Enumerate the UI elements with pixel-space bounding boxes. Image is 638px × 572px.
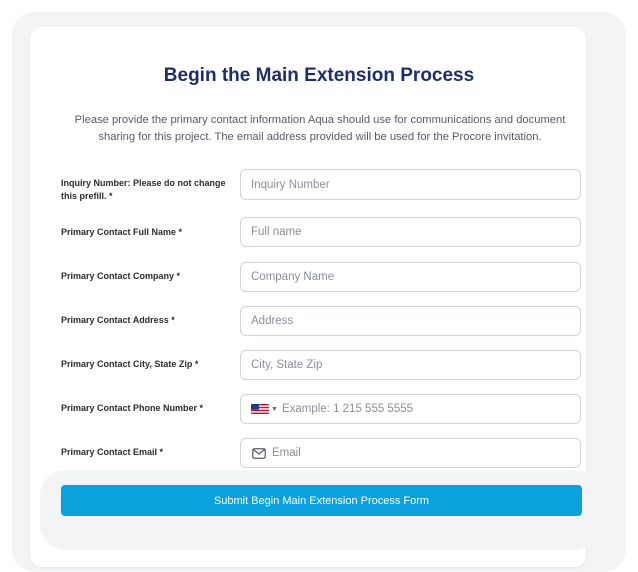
inquiry-number-input[interactable]	[241, 178, 580, 191]
city-state-zip-field-wrapper	[240, 350, 581, 380]
form-title: Begin the Main Extension Process	[163, 65, 475, 86]
address-label: Primary Contact Address *	[61, 315, 175, 325]
company-label: Primary Contact Company *	[61, 271, 181, 281]
phone-label: Primary Contact Phone Number *	[61, 403, 204, 413]
full-name-field-wrapper	[240, 217, 581, 247]
country-code-selector[interactable]: ▼	[241, 404, 278, 414]
email-field-wrapper	[240, 438, 581, 468]
us-flag-icon	[251, 404, 269, 414]
inquiry-number-label: Inquiry Number: Please do not change thi…	[61, 178, 226, 201]
email-label: Primary Contact Email *	[61, 447, 164, 457]
address-input[interactable]	[241, 315, 580, 327]
form-description: Please provide the primary contact infor…	[74, 114, 566, 143]
city-state-zip-input[interactable]	[241, 359, 580, 371]
submit-button[interactable]: Submit Begin Main Extension Process Form	[61, 485, 582, 516]
company-input[interactable]	[241, 271, 580, 283]
phone-field-wrapper: ▼	[240, 394, 581, 424]
chevron-down-icon: ▼	[271, 405, 278, 413]
city-state-zip-label: Primary Contact City, State Zip *	[61, 359, 199, 369]
company-field-wrapper	[240, 262, 581, 292]
email-input[interactable]	[266, 447, 580, 459]
mail-icon	[252, 447, 266, 459]
inquiry-number-field-wrapper	[240, 169, 581, 200]
full-name-input[interactable]	[241, 226, 580, 238]
address-field-wrapper	[240, 306, 581, 336]
phone-input[interactable]	[277, 403, 580, 415]
full-name-label: Primary Contact Full Name *	[61, 227, 183, 237]
